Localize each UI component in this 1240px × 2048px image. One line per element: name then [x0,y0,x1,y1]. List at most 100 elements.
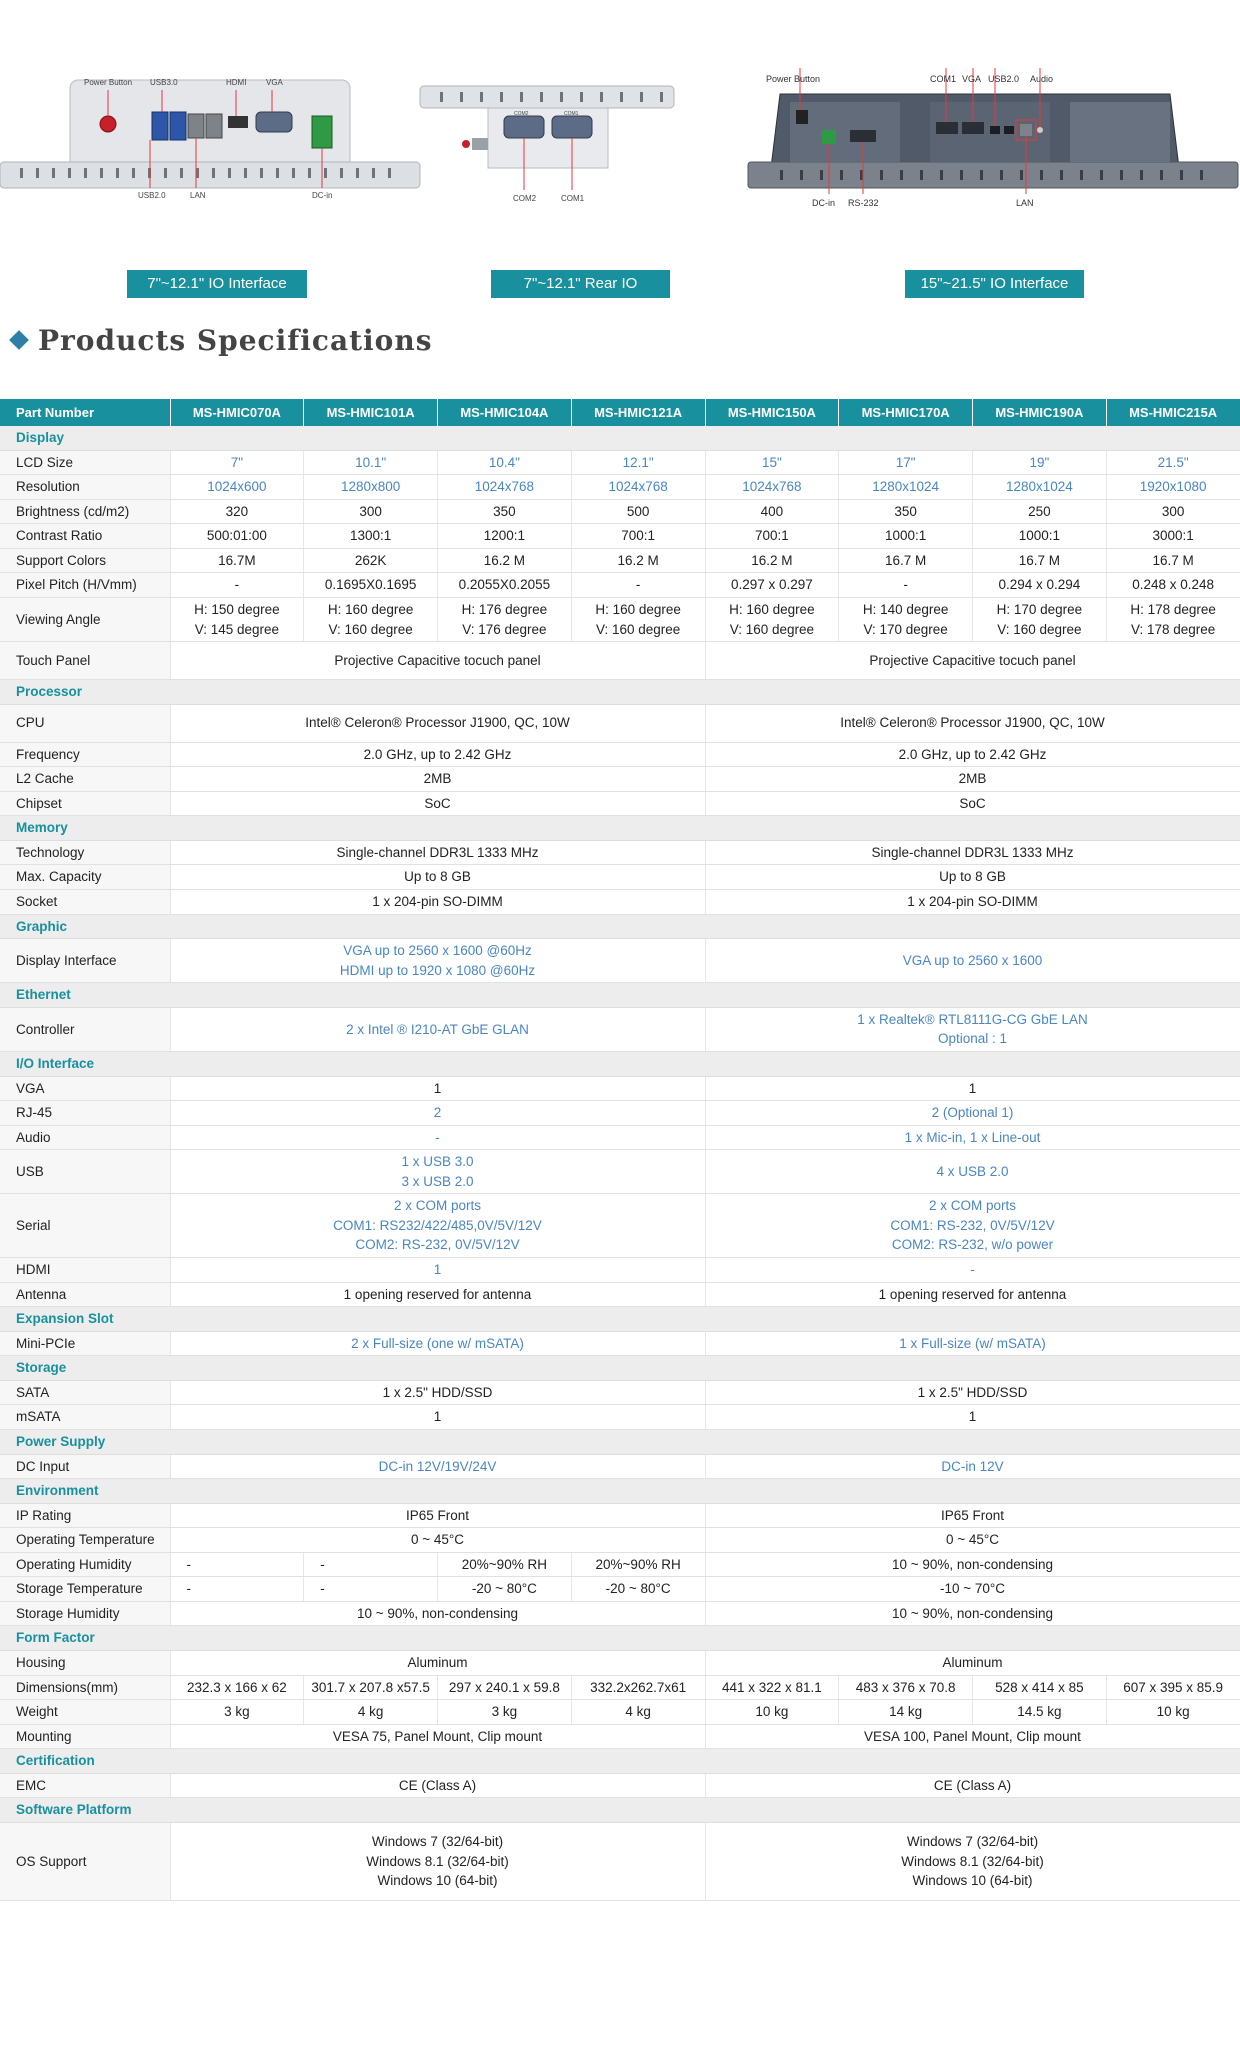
spec-cell: 10.1" [303,450,438,476]
io-label-usb30: USB3.0 [150,78,178,87]
section-title: Processor [0,679,1240,705]
io-label-rs232-large: RS-232 [848,198,879,208]
header-model: MS-HMIC215A [1106,399,1240,426]
spec-cell: H: 160 degree V: 160 degree [705,597,840,643]
table-row: Controller 2 x Intel ® I210-AT GbE GLAN 1 … [0,1007,1240,1052]
row-label: mSATA [0,1404,171,1430]
io-label-com2: COM2 [513,194,537,203]
spec-cell: - [170,572,305,598]
spec-cell: 3 kg [437,1699,572,1725]
spec-cell: 4 kg [303,1699,438,1725]
spec-cell-span: IP65 Front [170,1503,706,1529]
spec-cell-span: Aluminum [705,1650,1240,1676]
spec-cell: 12.1" [571,450,706,476]
row-label: LCD Size [0,450,171,476]
row-label: Mini-PCIe [0,1331,171,1357]
section-title: I/O Interface [0,1051,1240,1077]
spec-cell: 1200:1 [437,523,572,549]
io-label-vga: VGA [266,78,284,87]
spec-cell-span: 2MB [705,766,1240,792]
spec-cell: 21.5" [1106,450,1240,476]
rear-io-small-button[interactable]: 7"~12.1" Rear IO [491,270,670,298]
spec-cell-span: Up to 8 GB [170,864,706,890]
table-row: Operating Temperature 0 ~ 45°C 0 ~ 45°C [0,1527,1240,1553]
header-model: MS-HMIC170A [838,399,973,426]
spec-cell-span: 10 ~ 90%, non-condensing [705,1601,1240,1627]
spec-cell: -20 ~ 80°C [437,1576,572,1602]
spec-cell: 20%~90% RH [571,1552,706,1578]
spec-cell: 1024x768 [437,474,572,500]
table-row: Support Colors 16.7M 262K 16.2 M 16.2 M 16.2 … [0,548,1240,574]
row-label: Storage Temperature [0,1576,171,1602]
row-label: IP Rating [0,1503,171,1529]
header-model: MS-HMIC190A [972,399,1107,426]
spec-cell: 14.5 kg [972,1699,1107,1725]
row-label: Max. Capacity [0,864,171,890]
spec-cell: 16.7 M [838,548,973,574]
row-label: Serial [0,1193,171,1258]
spec-cell: 1280x1024 [972,474,1107,500]
row-label: CPU [0,704,171,743]
spec-cell: - [170,1552,305,1578]
table-row: IP Rating IP65 Front IP65 Front [0,1503,1240,1529]
spec-cell: 16.2 M [437,548,572,574]
table-row: DC Input DC-in 12V/19V/24V DC-in 12V [0,1454,1240,1480]
table-row: USB 1 x USB 3.0 3 x USB 2.0 4 x USB 2.0 [0,1149,1240,1195]
spec-cell: 1024x768 [571,474,706,500]
spec-cell: 483 x 376 x 70.8 [838,1675,973,1701]
section-title: Memory [0,815,1240,841]
spec-cell: 15" [705,450,840,476]
spec-cell: 1024x600 [170,474,305,500]
table-row: OS Support Windows 7 (32/64-bit) Windows … [0,1822,1240,1901]
row-label: Chipset [0,791,171,817]
spec-cell: 528 x 414 x 85 [972,1675,1107,1701]
row-label: Operating Temperature [0,1527,171,1553]
spec-cell: 1024x768 [705,474,840,500]
table-row: Mounting VESA 75, Panel Mount, Clip mount… [0,1724,1240,1750]
table-row: Dimensions(mm) 232.3 x 166 x 62 301.7 x 20… [0,1675,1240,1701]
io-label-dc-in: DC-in [312,191,332,200]
spec-cell-span: 1 opening reserved for antenna [170,1282,706,1308]
io-label-power-button-large: Power Button [766,74,820,84]
row-label: Storage Humidity [0,1601,171,1627]
spec-cell: H: 140 degree V: 170 degree [838,597,973,643]
spec-cell: 607 x 395 x 85.9 [1106,1675,1240,1701]
rear-io-image-small: COM2 COM1 COM2 COM1 [419,85,675,203]
section-title: Expansion Slot [0,1306,1240,1332]
table-row: Storage Temperature - - -20 ~ 80°C -20 ~ 80°… [0,1576,1240,1602]
spec-cell-span: 2.0 GHz, up to 2.42 GHz [705,742,1240,768]
section-row: Storage [0,1355,1240,1381]
spec-cell: 320 [170,499,305,525]
spec-cell-span: 1 [705,1404,1240,1430]
io-label-usb20-large: USB2.0 [988,74,1019,84]
spec-cell: 500:01:00 [170,523,305,549]
table-row: LCD Size 7" 10.1" 10.4" 12.1" 15" 17" 19" 21.5" [0,450,1240,476]
row-label: Viewing Angle [0,597,171,643]
specifications-table: Part Number MS-HMIC070A MS-HMIC101A MS-HMIC… [0,399,1240,1901]
table-row: L2 Cache 2MB 2MB [0,766,1240,792]
spec-cell-span: 2 (Optional 1) [705,1100,1240,1126]
spec-cell-span: 2 x COM ports COM1: RS232/422/485,0V/5V/… [170,1193,706,1258]
spec-cell-span: Up to 8 GB [705,864,1240,890]
section-title: Ethernet [0,982,1240,1008]
io-interface-small-button[interactable]: 7"~12.1" IO Interface [127,270,307,298]
header-model: MS-HMIC101A [303,399,438,426]
header-model: MS-HMIC150A [705,399,840,426]
io-label-lan: LAN [190,191,206,200]
spec-cell-span: SoC [170,791,706,817]
table-row: Antenna 1 opening reserved for antenna 1 o… [0,1282,1240,1308]
row-label: OS Support [0,1822,171,1901]
spec-cell-span: 1 x 2.5" HDD/SSD [170,1380,706,1406]
table-row: mSATA 1 1 [0,1404,1240,1430]
spec-cell: 19" [972,450,1107,476]
section-row: Form Factor [0,1625,1240,1651]
spec-cell: 332.2x262.7x61 [571,1675,706,1701]
spec-cell: 10 kg [1106,1699,1240,1725]
spec-cell-span: Projective Capacitive tocuch panel [170,641,706,681]
table-row: Pixel Pitch (H/Vmm) -0.1695X0.1695 0.2055X… [0,572,1240,598]
spec-cell-span: 1 [705,1076,1240,1102]
row-label: Touch Panel [0,641,171,681]
spec-cell-span: -10 ~ 70°C [705,1576,1240,1602]
spec-cell-span: IP65 Front [705,1503,1240,1529]
io-interface-large-button[interactable]: 15"~21.5" IO Interface [905,270,1084,298]
